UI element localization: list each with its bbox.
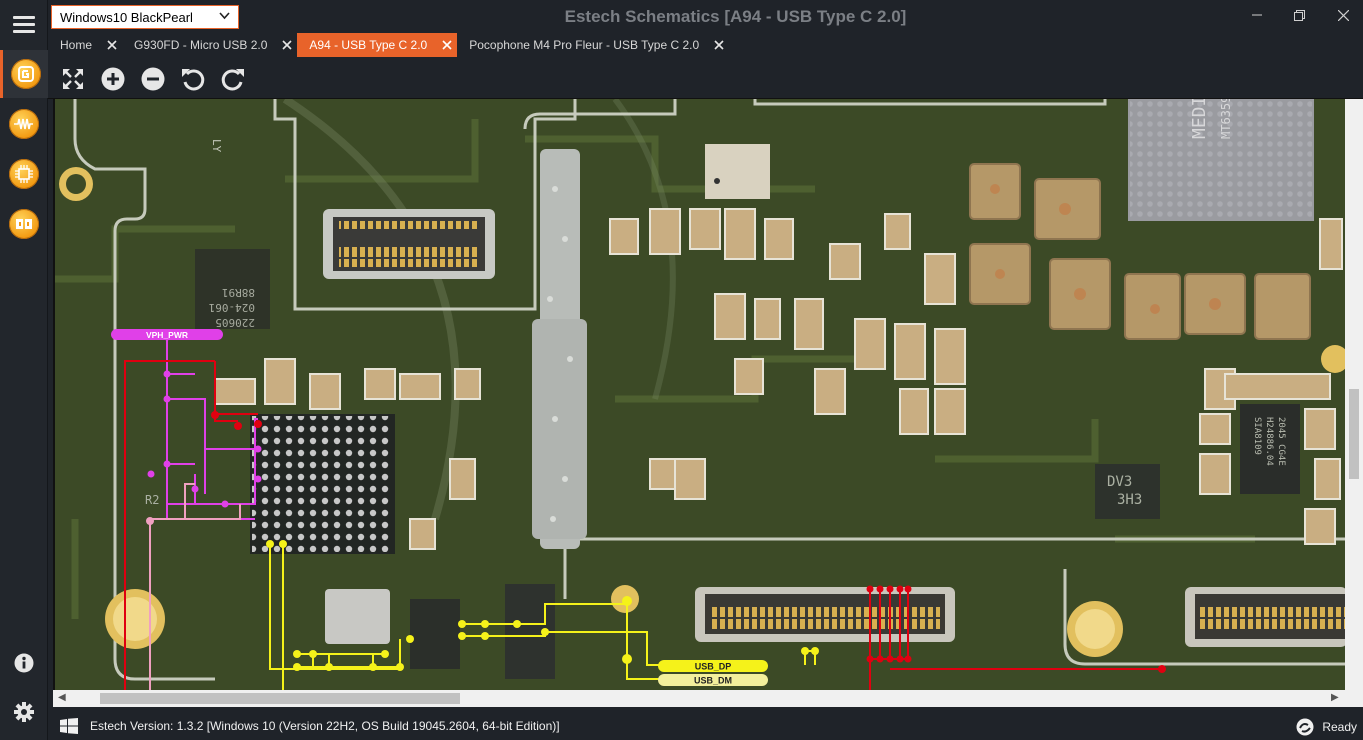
tab-label: Home — [60, 38, 93, 52]
chip-silkscreen: DV3 — [1107, 474, 1132, 490]
rotate-right-button[interactable] — [219, 65, 247, 93]
status-ready: Ready — [1296, 718, 1357, 736]
window-title: Estech Schematics [A94 - USB Type C 2.0] — [564, 7, 907, 26]
net-label-usb-dm[interactable]: USB_DM — [658, 674, 768, 686]
close-icon — [714, 40, 724, 50]
tab-close-button[interactable] — [437, 40, 457, 50]
hamburger-icon — [13, 14, 35, 35]
info-icon — [14, 653, 34, 673]
minimize-button[interactable] — [1244, 4, 1270, 26]
tab-close-button[interactable] — [102, 40, 122, 50]
tab-label: A94 - USB Type C 2.0 — [309, 38, 428, 52]
net-label-text: USB_DP — [695, 662, 732, 672]
chip-silkscreen: MT6359P — [1219, 99, 1233, 139]
net-label-usb-dp[interactable]: USB_DP — [658, 660, 768, 672]
chevron-down-icon — [219, 12, 230, 20]
net-label-vph-pwr[interactable]: VPH_PWR — [111, 329, 223, 340]
chip-silkscreen: 88R91 — [222, 286, 255, 299]
tab-close-button[interactable] — [277, 40, 297, 50]
theme-dropdown[interactable]: Windows10 BlackPearl — [51, 5, 239, 29]
rotate-left-icon — [182, 69, 205, 91]
component-orb-icon — [9, 109, 39, 139]
tab-g930fd[interactable]: G930FD - Micro USB 2.0 — [122, 33, 297, 57]
title-bar: Windows10 BlackPearl Estech Schematics [… — [48, 0, 1363, 33]
close-icon — [282, 40, 292, 50]
chip-silkscreen: 024-061 — [209, 301, 255, 314]
net-label-text: USB_DM — [694, 676, 732, 686]
tab-label: G930FD - Micro USB 2.0 — [134, 38, 268, 52]
scroll-right-arrow-icon[interactable]: ▶ — [1331, 692, 1339, 703]
connector-orb-icon — [9, 209, 39, 239]
close-icon — [107, 40, 117, 50]
logo-orb-icon — [10, 59, 41, 89]
rotate-left-button[interactable] — [179, 65, 207, 93]
tab-label: Pocophone M4 Pro Fleur - USB Type C 2.0 — [469, 38, 700, 52]
settings-button[interactable] — [0, 692, 48, 732]
info-button[interactable] — [0, 643, 48, 683]
chip-silkscreen: 3H3 — [1117, 492, 1142, 508]
chip-silkscreen: 220605 — [215, 316, 255, 329]
status-text: Ready — [1322, 720, 1357, 734]
tab-a94[interactable]: A94 - USB Type C 2.0 — [297, 33, 458, 57]
status-bar: Estech Version: 1.3.2 [Windows 10 (Versi… — [48, 710, 1363, 740]
minimize-icon — [1252, 14, 1262, 16]
sidebar-item-connectors[interactable] — [0, 200, 48, 248]
restore-icon — [1293, 9, 1305, 21]
tab-home[interactable]: Home — [48, 33, 122, 57]
chip-silkscreen: SIA8109 — [1252, 417, 1262, 455]
zoom-out-icon — [141, 67, 165, 91]
vertical-scroll-thumb[interactable] — [1349, 389, 1359, 479]
board-viewer[interactable]: MEDIATEK MT6359P 220605 024-061 88R91 LY… — [53, 99, 1345, 690]
windows-logo-icon — [60, 718, 78, 734]
net-label-text: VPH_PWR — [146, 330, 188, 340]
horizontal-scrollbar[interactable]: ◀ ▶ — [53, 690, 1345, 707]
chip-silkscreen: MEDIATEK — [1189, 99, 1210, 139]
close-icon — [1337, 9, 1349, 21]
vertical-scrollbar[interactable] — [1345, 99, 1363, 690]
viewer-toolbar — [48, 57, 1363, 99]
fit-screen-icon — [63, 69, 83, 89]
sidebar-item-schematics[interactable] — [0, 50, 48, 98]
document-tabs: Home G930FD - Micro USB 2.0 A94 - USB Ty… — [48, 33, 1363, 57]
horizontal-scroll-thumb[interactable] — [100, 693, 460, 704]
rotate-right-icon — [221, 69, 244, 91]
tab-pocophone[interactable]: Pocophone M4 Pro Fleur - USB Type C 2.0 — [457, 33, 729, 57]
sidebar-item-components[interactable] — [0, 100, 48, 148]
zoom-in-icon — [101, 67, 125, 91]
silkscreen-label: LY — [210, 139, 223, 153]
hamburger-menu-button[interactable] — [0, 0, 48, 48]
board-image[interactable]: MEDIATEK MT6359P 220605 024-061 88R91 LY… — [55, 99, 1345, 690]
scroll-left-arrow-icon[interactable]: ◀ — [58, 692, 66, 703]
app-window: Windows10 BlackPearl Estech Schematics [… — [0, 0, 1363, 740]
settings-icon — [14, 702, 34, 722]
close-icon — [442, 40, 452, 50]
silkscreen-label: R2 — [145, 493, 159, 507]
chip-orb-icon — [9, 159, 39, 189]
tab-close-button[interactable] — [709, 40, 729, 50]
left-sidebar — [0, 0, 48, 740]
zoom-out-button[interactable] — [139, 65, 167, 93]
close-window-button[interactable] — [1330, 4, 1356, 26]
zoom-in-button[interactable] — [99, 65, 127, 93]
fit-screen-button[interactable] — [59, 65, 87, 93]
scrollbar-corner — [1345, 690, 1363, 707]
version-text: Estech Version: 1.3.2 [Windows 10 (Versi… — [90, 719, 560, 733]
sidebar-item-chips[interactable] — [0, 150, 48, 198]
status-icon — [1296, 718, 1314, 736]
chip-silkscreen: 2045 CG4E — [1276, 417, 1286, 466]
maximize-button[interactable] — [1286, 4, 1312, 26]
chip-silkscreen: H24886.04 — [1264, 417, 1274, 466]
theme-dropdown-value: Windows10 BlackPearl — [60, 9, 193, 25]
